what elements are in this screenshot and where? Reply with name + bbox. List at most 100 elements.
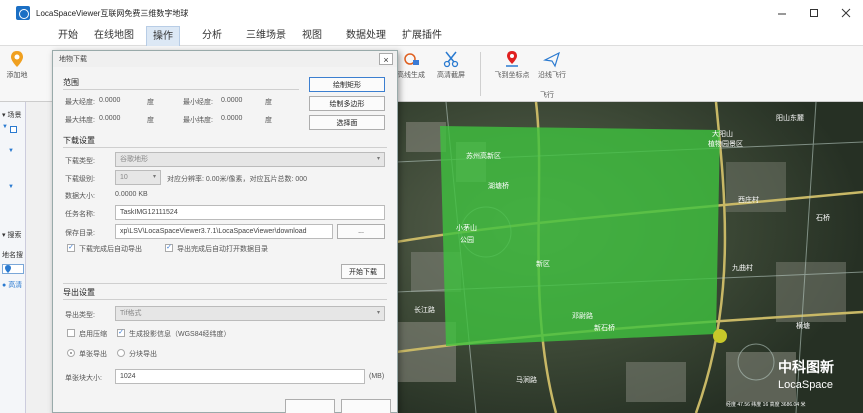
menu-extensions[interactable]: 扩展插件	[396, 26, 448, 46]
tree-expand-icon[interactable]: ▼	[8, 184, 14, 190]
data-size-value: 0.0000 KB	[115, 191, 148, 198]
max-size-input[interactable]: 1024	[115, 369, 365, 384]
map-label: 横塘	[796, 321, 810, 330]
chevron-down-icon: ▾	[376, 156, 380, 162]
dialog-titlebar[interactable]: 地物下载 ×	[53, 51, 397, 67]
satellite-map[interactable]: 大阳山 植物园景区 阳山东麓 西庄村 九曲村 新石桥 苏州高新区 小茅山 公园 …	[396, 102, 863, 413]
level-resolution-info: 对应分辨率: 0.00米/像素，对应瓦片总数: 000	[167, 176, 308, 183]
min-lat-value: 0.0000	[221, 115, 243, 122]
window-title: LocaSpaceViewer互联网免费三维数字地球	[36, 8, 189, 18]
max-lat-value: 0.0000	[99, 115, 121, 122]
draw-polygon-button[interactable]: 绘制多边形	[309, 96, 385, 111]
max-lon-label: 最大经度:	[65, 99, 95, 106]
open-dir-label: 导出完成后自动打开数据目录	[177, 246, 268, 253]
map-label: 小茅山	[456, 223, 477, 232]
map-label: 阳山东麓	[776, 113, 804, 122]
export-type-select[interactable]: Tif格式 ▾	[115, 306, 385, 321]
dialog-close-button[interactable]: ×	[379, 53, 393, 65]
scene-panel-label: ▾ 场景	[2, 112, 22, 119]
map-view[interactable]: 大阳山 植物园景区 阳山东麓 西庄村 九曲村 新石桥 苏州高新区 小茅山 公园 …	[396, 102, 863, 413]
fly-along-line-label: 沿线飞行	[538, 72, 566, 79]
export-type-label: 导出类型:	[65, 312, 95, 319]
minimize-icon	[778, 13, 786, 15]
search-result-option[interactable]: ● 高清	[2, 280, 22, 290]
menu-start[interactable]: 开始	[52, 26, 84, 46]
app-logo-icon	[16, 6, 30, 20]
task-name-input[interactable]: TaskIMG12111524	[115, 205, 385, 220]
download-type-select[interactable]: 谷歌地形 ▾	[115, 152, 385, 167]
ribbon-separator	[480, 52, 481, 96]
single-export-radio[interactable]	[67, 349, 75, 357]
map-label: 湖塘桥	[488, 181, 509, 190]
download-dialog: 地物下载 × 范围 最大经度: 0.0000 度 最小经度: 0.0000 度 …	[52, 50, 398, 413]
group-divider	[63, 283, 387, 284]
map-label: 长江路	[414, 305, 435, 314]
menu-analysis[interactable]: 分析	[196, 26, 228, 46]
map-label: 新石桥	[594, 323, 615, 332]
min-lon-value: 0.0000	[221, 97, 243, 104]
menu-view[interactable]: 视图	[296, 26, 328, 46]
min-lon-label: 最小经度:	[183, 99, 213, 106]
group-divider	[63, 89, 299, 90]
map-label: 植物园景区	[708, 139, 743, 148]
window-titlebar: LocaSpaceViewer互联网免费三维数字地球	[0, 0, 863, 26]
select-face-button[interactable]: 选择面	[309, 115, 385, 130]
map-label: 新区	[536, 259, 550, 268]
unit-degree: 度	[147, 117, 154, 124]
menu-online-map[interactable]: 在线地图	[88, 26, 140, 46]
projection-checkbox[interactable]: ✓	[117, 329, 125, 337]
minimize-button[interactable]	[766, 0, 798, 26]
auto-export-label: 下载完成后自动导出	[79, 246, 142, 253]
data-size-label: 数据大小:	[65, 193, 95, 200]
map-label: 邓尉路	[572, 311, 593, 320]
menu-data-processing[interactable]: 数据处理	[340, 26, 392, 46]
tree-expand-icon[interactable]: ▼	[8, 148, 14, 154]
hd-screenshot-label: 高清截屏	[437, 72, 465, 79]
unit-degree: 度	[265, 99, 272, 106]
place-search-input[interactable]	[2, 264, 24, 274]
min-lat-label: 最小纬度:	[183, 117, 213, 124]
open-dir-checkbox[interactable]: ✓	[165, 244, 173, 252]
start-download-button[interactable]: 开始下载	[341, 264, 385, 279]
add-data-tool[interactable]: 添加地	[2, 50, 32, 80]
map-label: 大阳山	[712, 129, 733, 138]
max-lat-label: 最大纬度:	[65, 117, 95, 124]
tree-expand-icon[interactable]: ▼	[2, 124, 8, 130]
download-type-label: 下载类型:	[65, 158, 95, 165]
layer-checkbox[interactable]	[10, 126, 17, 133]
unit-degree: 度	[265, 117, 272, 124]
cancel-button-partial[interactable]	[341, 399, 391, 413]
fly-to-point-label: 飞到坐标点	[494, 72, 530, 79]
download-settings-title: 下载设置	[63, 136, 95, 145]
add-data-label: 添加地	[6, 72, 28, 79]
max-size-unit: (MB)	[369, 373, 385, 380]
export-button-partial[interactable]	[285, 399, 335, 413]
export-settings-title: 导出设置	[63, 288, 95, 297]
menu-3d-scene[interactable]: 三维场景	[240, 26, 292, 46]
close-window-button[interactable]	[830, 0, 862, 26]
projection-label: 生成投影信息（WGS84经纬度）	[129, 331, 231, 338]
map-label: 马涧路	[516, 375, 537, 384]
map-marker[interactable]	[713, 329, 727, 343]
compress-checkbox[interactable]	[67, 329, 75, 337]
maximize-button[interactable]	[798, 0, 830, 26]
draw-rectangle-button[interactable]: 绘制矩形	[309, 77, 385, 92]
map-label: 西庄村	[738, 195, 759, 204]
save-dir-input[interactable]: xp\LSV\LocaSpaceViewer3.7.1\LocaSpaceVie…	[115, 224, 333, 239]
task-name-label: 任务名称:	[65, 211, 95, 218]
auto-export-checkbox[interactable]: ✓	[67, 244, 75, 252]
fly-along-line-tool[interactable]: 沿线飞行	[534, 50, 570, 80]
map-label: 石桥	[816, 213, 830, 222]
compress-label: 启用压缩	[79, 331, 107, 338]
tile-export-radio[interactable]	[117, 349, 125, 357]
contour-generate-tool[interactable]: 高线生成	[394, 50, 428, 80]
scissors-icon	[443, 51, 459, 68]
fly-to-pin-icon	[506, 51, 518, 67]
ribbon-group-fly-label: 飞行	[540, 92, 554, 99]
maximize-icon	[810, 9, 818, 17]
menu-operation[interactable]: 操作	[146, 26, 180, 46]
browse-dir-button[interactable]: ...	[337, 224, 385, 239]
fly-to-point-tool[interactable]: 飞到坐标点	[492, 50, 532, 80]
download-level-select[interactable]: 10 ▾	[115, 170, 161, 185]
hd-screenshot-tool[interactable]: 高清截屏	[434, 50, 468, 80]
